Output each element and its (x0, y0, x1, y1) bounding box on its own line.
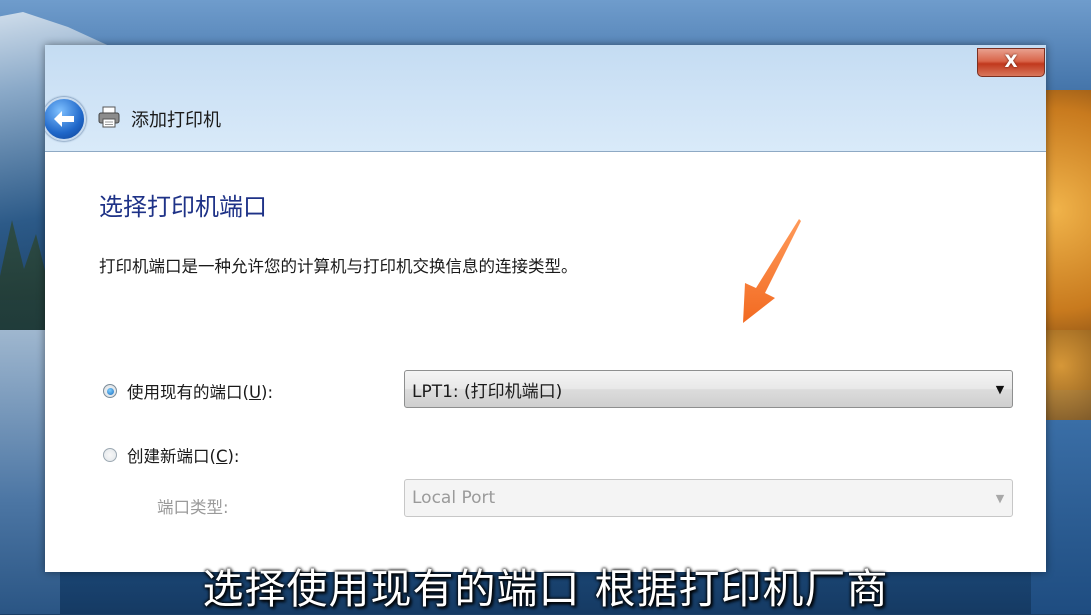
existing-port-value: LPT1: (打印机端口) (412, 381, 563, 402)
add-printer-window: X 添加打印机 选择打印机端口 打印机端口是一种允许您的计算机与打印机交换信息的… (45, 45, 1046, 572)
port-type-label: 端口类型: (157, 498, 229, 517)
use-existing-port-option[interactable]: 使用现有的端口(U): (103, 379, 273, 403)
chevron-down-icon: ▼ (995, 382, 1005, 396)
title-bar: X 添加打印机 (45, 45, 1046, 152)
use-existing-port-label[interactable]: 使用现有的端口(U): (127, 379, 273, 403)
chevron-down-icon: ▼ (995, 491, 1005, 505)
existing-port-select[interactable]: LPT1: (打印机端口) ▼ (404, 370, 1013, 408)
close-button[interactable]: X (977, 48, 1045, 77)
page-heading: 选择打印机端口 (99, 193, 267, 221)
annotation-arrow-icon (743, 219, 801, 323)
create-new-port-label[interactable]: 创建新端口(C): (127, 443, 239, 467)
create-new-port-radio[interactable] (103, 448, 117, 462)
port-type-value: Local Port (412, 488, 496, 508)
use-existing-port-radio[interactable] (103, 384, 117, 398)
back-arrow-icon (54, 111, 74, 127)
page-description: 打印机端口是一种允许您的计算机与打印机交换信息的连接类型。 (99, 257, 578, 276)
close-icon: X (1004, 52, 1018, 72)
printer-icon (98, 106, 120, 128)
video-subtitle: 选择使用现有的端口 根据打印机厂商 (202, 565, 889, 613)
create-new-port-option[interactable]: 创建新端口(C): (103, 443, 239, 467)
port-type-select: Local Port ▼ (404, 479, 1013, 517)
back-button[interactable] (45, 97, 86, 141)
window-title: 添加打印机 (131, 110, 221, 131)
